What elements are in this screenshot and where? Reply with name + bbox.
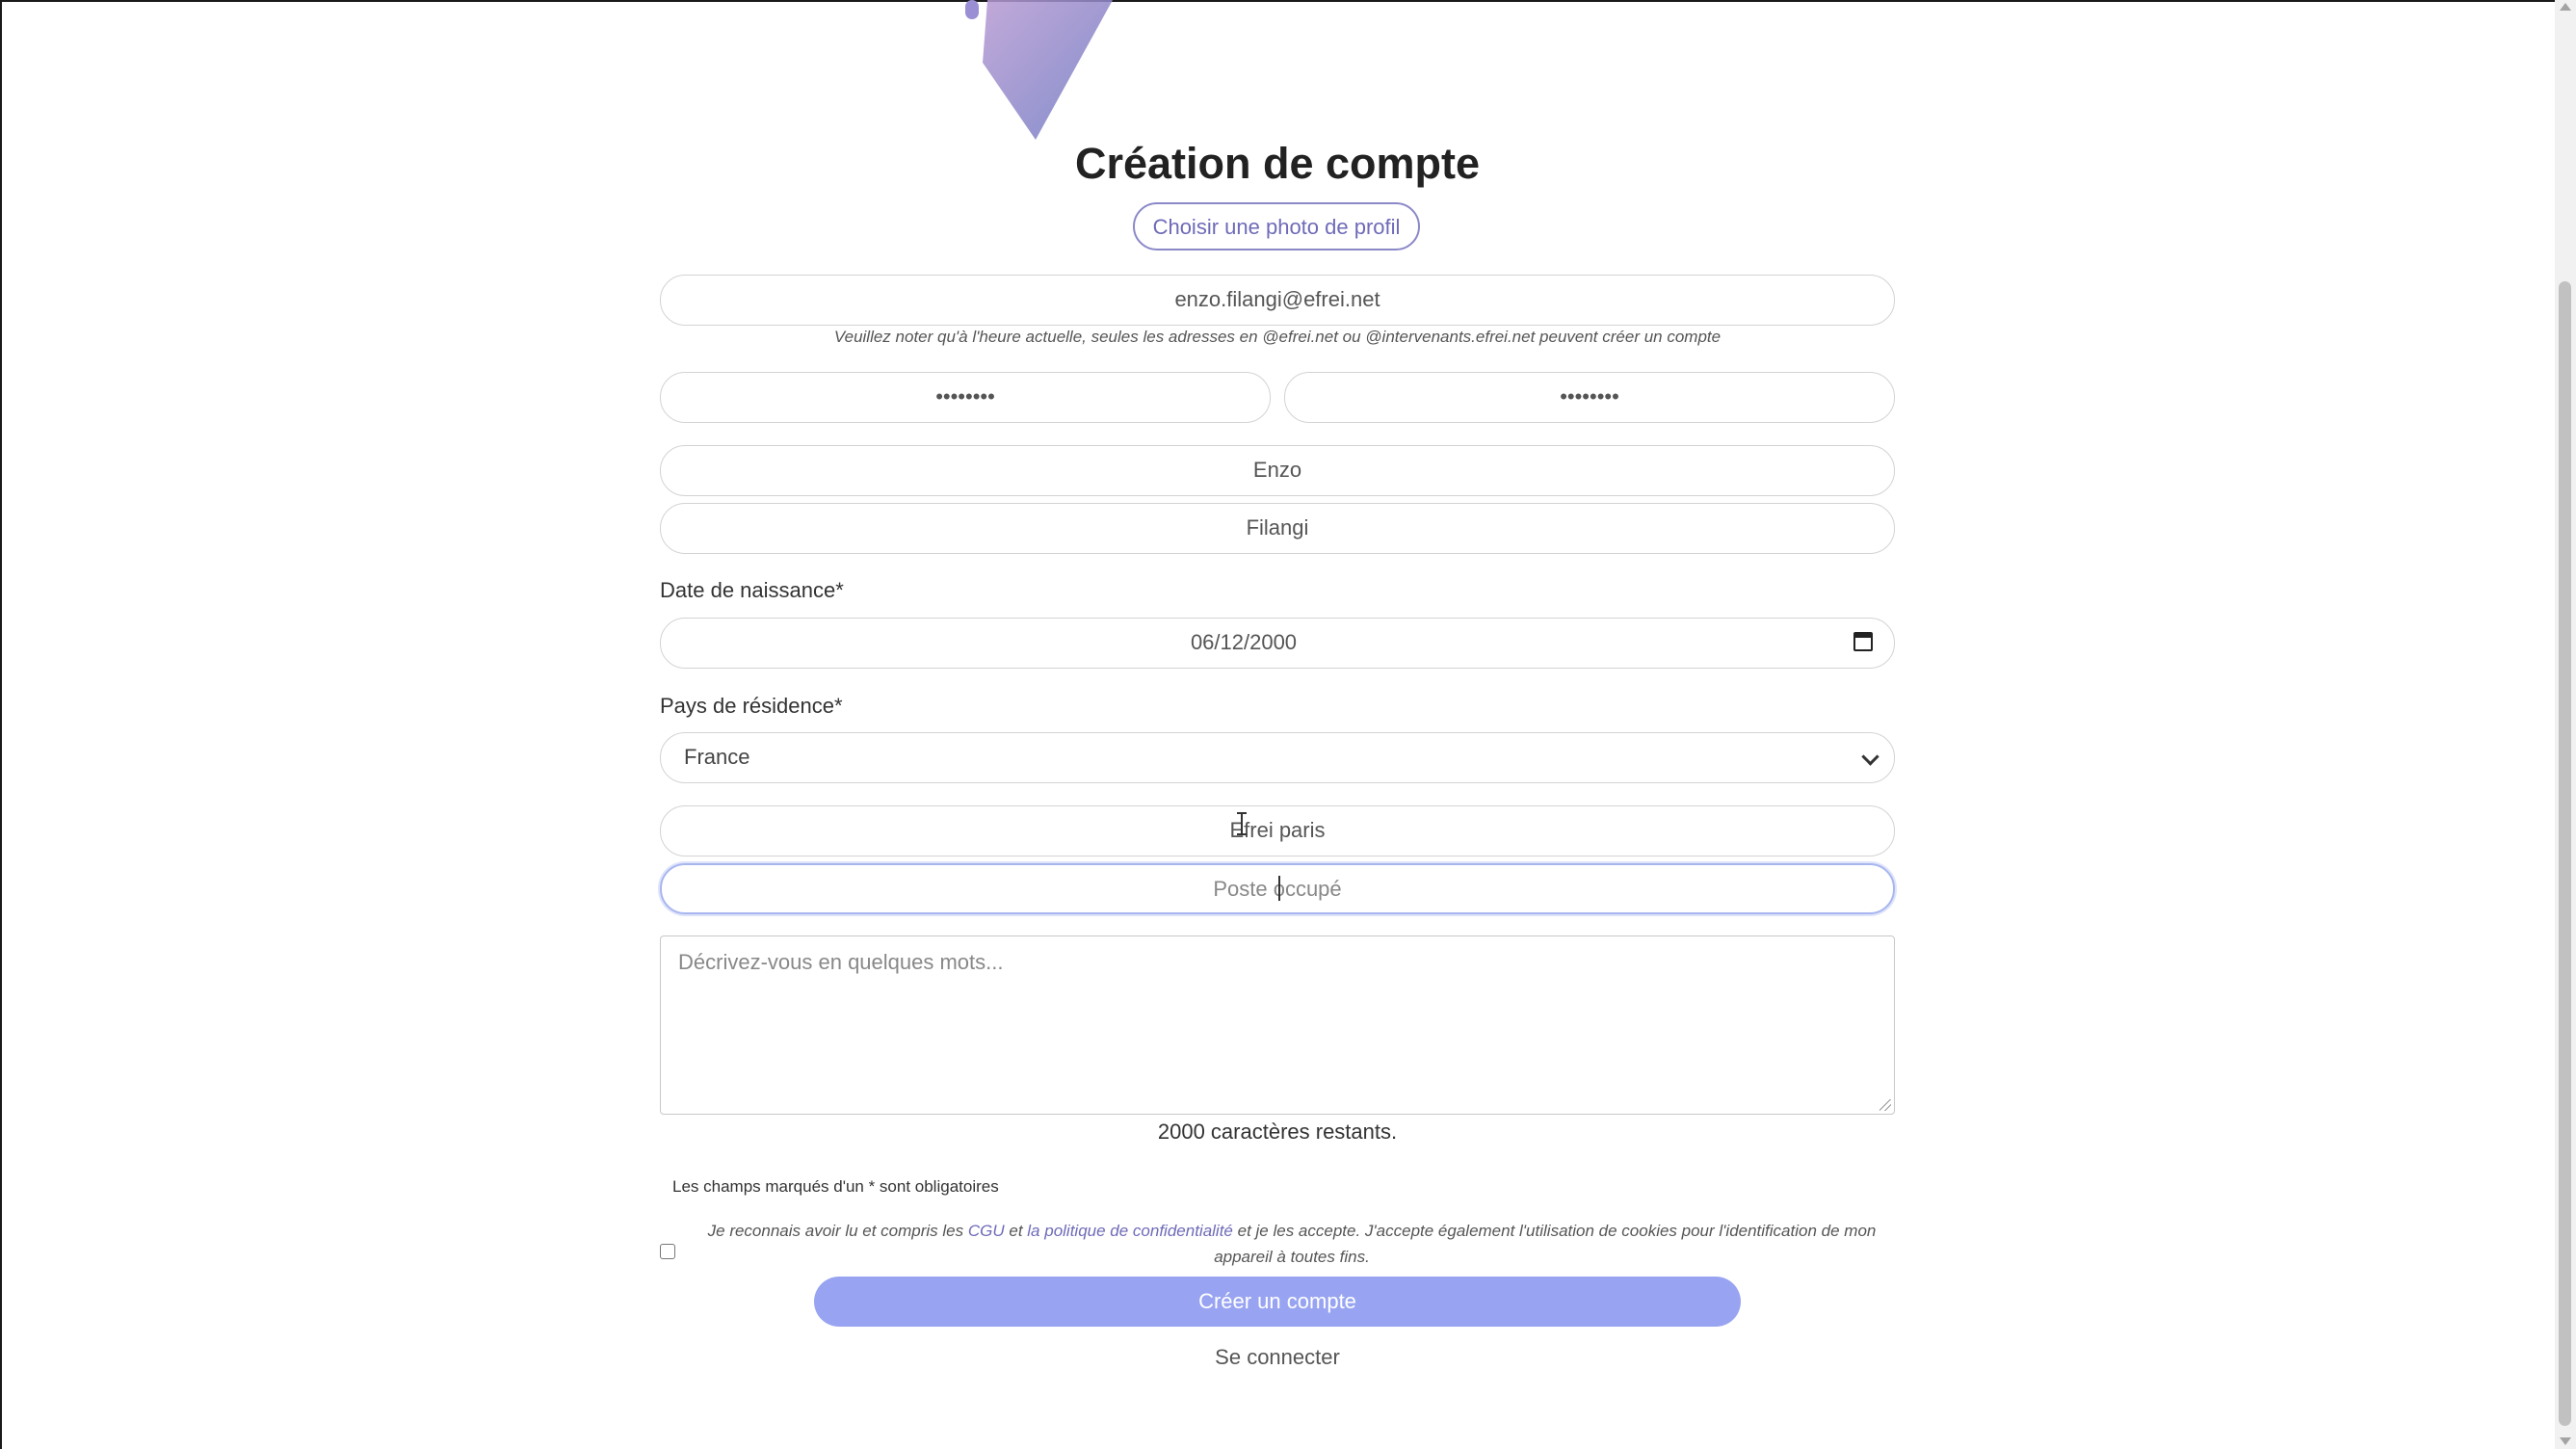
window-left-border xyxy=(0,0,2,1449)
resize-handle[interactable] xyxy=(1879,1099,1891,1111)
birth-date-input[interactable]: 06/12/2000 xyxy=(660,618,1895,669)
position-field[interactable]: Poste occupé xyxy=(660,863,1895,914)
terms-text: Je reconnais avoir lu et compris les CGU… xyxy=(689,1218,1895,1270)
first-name-field[interactable]: Enzo xyxy=(660,445,1895,496)
login-link[interactable]: Se connecter xyxy=(0,1345,2555,1370)
country-selected-value: France xyxy=(684,745,750,769)
scroll-up-arrow-icon[interactable] xyxy=(2560,3,2571,11)
email-domain-note: Veuillez noter qu'à l'heure actuelle, se… xyxy=(833,328,1722,346)
chevron-down-icon xyxy=(1861,748,1879,766)
char-counter: 2000 caractères restants. xyxy=(1157,1120,1398,1144)
organization-field[interactable]: Efrei paris xyxy=(660,805,1895,856)
country-select[interactable]: France xyxy=(660,732,1895,783)
mouse-cursor-ibeam xyxy=(1237,812,1247,835)
terms-text-part1: Je reconnais avoir lu et compris les xyxy=(707,1222,968,1240)
cgu-link[interactable]: CGU xyxy=(968,1222,1005,1240)
country-label: Pays de résidence* xyxy=(660,694,843,718)
terms-checkbox[interactable] xyxy=(660,1244,675,1259)
choose-profile-photo-button[interactable]: Choisir une photo de profil xyxy=(1133,202,1420,250)
logo xyxy=(965,0,1113,140)
scroll-down-arrow-icon[interactable] xyxy=(2560,1437,2571,1445)
calendar-icon[interactable] xyxy=(1853,632,1873,651)
page-title: Création de compte xyxy=(1074,139,1481,188)
window-top-border xyxy=(0,0,2576,2)
email-field[interactable]: enzo.filangi@efrei.net xyxy=(660,275,1895,326)
terms-text-part3: et je les accepte. J'accepte également l… xyxy=(1214,1222,1877,1266)
create-account-button[interactable]: Créer un compte xyxy=(814,1277,1741,1327)
scrollbar-thumb[interactable] xyxy=(2559,281,2571,1426)
description-placeholder: Décrivez-vous en quelques mots... xyxy=(678,950,1004,974)
birth-date-label: Date de naissance* xyxy=(660,578,844,602)
birth-date-value: 06/12/2000 xyxy=(1190,630,1298,654)
description-textarea[interactable]: Décrivez-vous en quelques mots... xyxy=(660,935,1895,1115)
position-placeholder: Poste occupé xyxy=(1213,877,1342,901)
text-caret xyxy=(1278,876,1280,901)
password-field[interactable]: •••••••• xyxy=(660,372,1271,423)
privacy-policy-link[interactable]: la politique de confidentialité xyxy=(1027,1222,1233,1240)
required-fields-note: Les champs marqués d'un * sont obligatoi… xyxy=(672,1177,999,1196)
last-name-field[interactable]: Filangi xyxy=(660,503,1895,554)
terms-text-part2: et xyxy=(1004,1222,1028,1240)
vertical-scrollbar[interactable] xyxy=(2555,0,2576,1449)
password-confirm-field[interactable]: •••••••• xyxy=(1284,372,1895,423)
